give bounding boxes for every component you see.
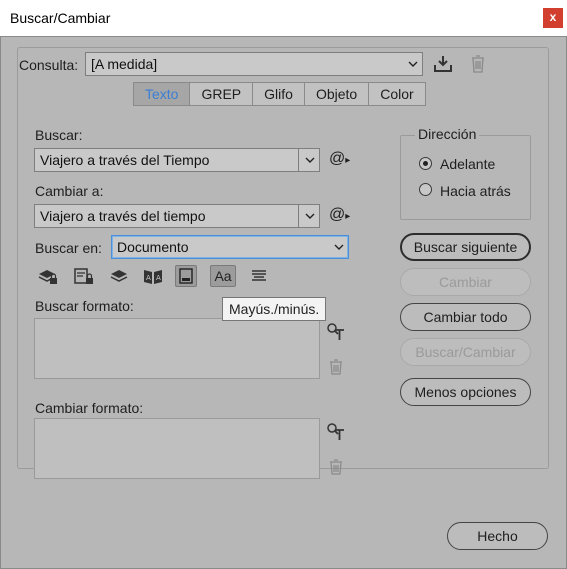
- divider: [298, 149, 299, 171]
- find-value: Viajero a través del Tiempo: [40, 152, 210, 168]
- tab-texto[interactable]: Texto: [134, 83, 191, 105]
- backward-radio[interactable]: [419, 183, 432, 196]
- special-characters-icon[interactable]: @▸: [329, 206, 350, 224]
- direction-group: [400, 135, 531, 220]
- case-sensitive-tooltip: Mayús./minús.: [222, 297, 327, 321]
- include-master-pages-icon[interactable]: AA: [142, 265, 164, 287]
- find-format-label: Buscar formato:: [35, 298, 134, 314]
- special-char-glyph: @: [329, 206, 346, 223]
- specify-find-format-icon[interactable]: [326, 322, 346, 342]
- chevron-down-icon[interactable]: [301, 205, 319, 227]
- case-sensitive-icon[interactable]: Aa: [210, 265, 236, 287]
- find-label: Buscar:: [35, 127, 83, 143]
- chevron-down-icon[interactable]: [301, 149, 319, 171]
- title-bar: Buscar/Cambiar x: [0, 0, 567, 36]
- fewer-options-button[interactable]: Menos opciones: [400, 378, 531, 406]
- svg-text:A: A: [156, 274, 161, 282]
- change-label: Cambiar a:: [35, 183, 104, 199]
- include-locked-stories-icon[interactable]: [73, 265, 95, 287]
- svg-text:A: A: [146, 274, 151, 282]
- change-value: Viajero a través del tiempo: [40, 208, 206, 224]
- tab-objeto[interactable]: Objeto: [305, 83, 370, 105]
- include-hidden-layers-icon[interactable]: [108, 265, 130, 287]
- search-in-label: Buscar en:: [35, 240, 102, 256]
- forward-label[interactable]: Adelante: [440, 156, 495, 172]
- find-change-button[interactable]: Buscar/Cambiar: [400, 338, 531, 366]
- change-format-box[interactable]: [34, 418, 320, 479]
- include-locked-layers-icon[interactable]: [37, 265, 59, 287]
- change-all-button[interactable]: Cambiar todo: [400, 303, 531, 331]
- tab-glifo[interactable]: Glifo: [253, 83, 305, 105]
- whole-word-icon[interactable]: [248, 265, 270, 287]
- close-button[interactable]: x: [543, 8, 563, 28]
- special-char-glyph: @: [329, 150, 346, 167]
- divider: [298, 205, 299, 227]
- chevron-down-icon: [334, 244, 344, 250]
- change-format-label: Cambiar formato:: [35, 400, 144, 416]
- search-in-dropdown[interactable]: Documento: [111, 235, 349, 259]
- include-footnotes-icon[interactable]: [175, 265, 197, 287]
- find-format-box[interactable]: [34, 318, 320, 379]
- done-button[interactable]: Hecho: [447, 522, 548, 550]
- tab-color[interactable]: Color: [369, 83, 424, 105]
- clear-change-format-icon[interactable]: [328, 458, 344, 476]
- specify-change-format-icon[interactable]: [326, 422, 346, 442]
- clear-find-format-icon[interactable]: [328, 358, 344, 376]
- case-sensitive-glyph: Aa: [214, 268, 232, 284]
- backward-label[interactable]: Hacia atrás: [440, 183, 511, 199]
- change-input[interactable]: Viajero a través del tiempo: [34, 204, 320, 228]
- direction-title: Dirección: [415, 126, 480, 142]
- forward-radio[interactable]: [419, 157, 432, 170]
- find-next-button[interactable]: Buscar siguiente: [400, 233, 531, 261]
- special-characters-icon[interactable]: @▸: [329, 150, 350, 168]
- window-title: Buscar/Cambiar: [10, 10, 111, 26]
- tab-grep[interactable]: GREP: [190, 83, 254, 105]
- tab-bar: Texto GREP Glifo Objeto Color: [133, 82, 426, 106]
- find-input[interactable]: Viajero a través del Tiempo: [34, 148, 320, 172]
- change-button[interactable]: Cambiar: [400, 268, 531, 296]
- search-in-value: Documento: [117, 239, 189, 255]
